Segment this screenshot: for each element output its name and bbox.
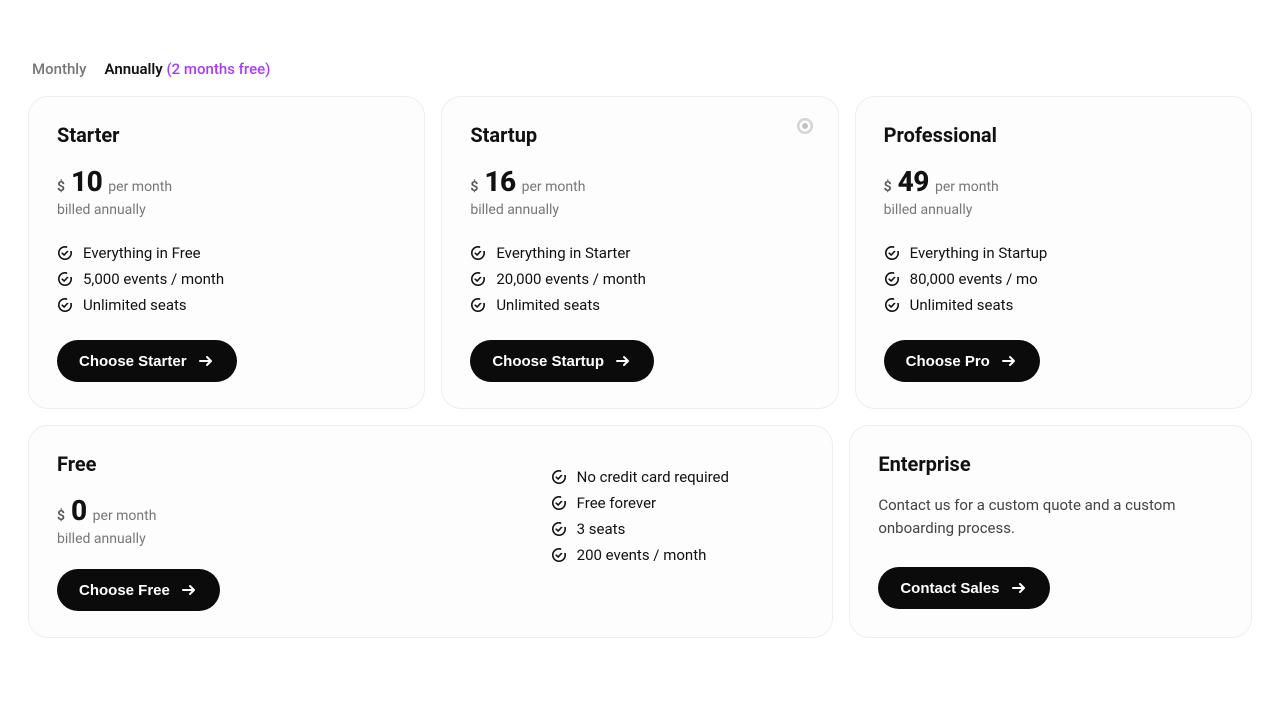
feature-text: 3 seats — [577, 520, 626, 538]
check-icon — [551, 495, 567, 511]
price-amount: 16 — [484, 165, 515, 198]
plan-card-enterprise: Enterprise Contact us for a custom quote… — [849, 425, 1252, 638]
arrow-right-icon — [197, 352, 215, 370]
feature-item: Everything in Starter — [470, 240, 809, 266]
choose-free-button[interactable]: Choose Free — [57, 569, 220, 611]
plan-card-professional: Professional $ 49 per month billed annua… — [855, 96, 1252, 409]
feature-item: Free forever — [551, 490, 805, 516]
plan-name: Starter — [57, 123, 396, 147]
check-icon — [57, 297, 73, 313]
feature-text: Everything in Free — [83, 244, 201, 262]
currency: $ — [470, 179, 478, 195]
cta-label: Contact Sales — [900, 580, 999, 597]
feature-item: Unlimited seats — [470, 292, 809, 318]
check-icon — [57, 245, 73, 261]
enterprise-description: Contact us for a custom quote and a cust… — [878, 494, 1218, 539]
check-icon — [57, 271, 73, 287]
check-icon — [884, 271, 900, 287]
feature-text: 200 events / month — [577, 546, 707, 564]
plan-card-starter: Starter $ 10 per month billed annually E… — [28, 96, 425, 409]
feature-item: 200 events / month — [551, 542, 805, 568]
feature-item: Unlimited seats — [884, 292, 1223, 318]
check-icon — [551, 469, 567, 485]
price-amount: 0 — [71, 494, 87, 527]
feature-item: 5,000 events / month — [57, 266, 396, 292]
plan-name: Professional — [884, 123, 1223, 147]
feature-list: Everything in Starter 20,000 events / mo… — [470, 240, 809, 318]
price-amount: 49 — [898, 165, 929, 198]
currency: $ — [884, 179, 892, 195]
plan-card-free: Free $ 0 per month billed annually Choos… — [28, 425, 833, 638]
arrow-right-icon — [614, 352, 632, 370]
feature-item: Unlimited seats — [57, 292, 396, 318]
feature-text: Unlimited seats — [910, 296, 1014, 314]
feature-text: Unlimited seats — [496, 296, 600, 314]
feature-item: 3 seats — [551, 516, 805, 542]
feature-text: 5,000 events / month — [83, 270, 224, 288]
plan-name: Enterprise — [878, 452, 1223, 476]
check-icon — [470, 297, 486, 313]
feature-item: Everything in Startup — [884, 240, 1223, 266]
choose-startup-button[interactable]: Choose Startup — [470, 340, 654, 382]
currency: $ — [57, 179, 65, 195]
feature-text: 20,000 events / month — [496, 270, 646, 288]
price-row: $ 0 per month — [57, 494, 421, 527]
price-row: $ 49 per month — [884, 165, 1223, 198]
plan-card-startup: Startup $ 16 per month billed annually E… — [441, 96, 838, 409]
arrow-right-icon — [180, 581, 198, 599]
check-icon — [470, 245, 486, 261]
arrow-right-icon — [1010, 579, 1028, 597]
plan-name: Free — [57, 452, 421, 476]
feature-item: 20,000 events / month — [470, 266, 809, 292]
plan-name: Startup — [470, 123, 809, 147]
per-label: per month — [93, 508, 157, 524]
check-icon — [884, 297, 900, 313]
per-label: per month — [108, 179, 172, 195]
choose-starter-button[interactable]: Choose Starter — [57, 340, 237, 382]
feature-text: No credit card required — [577, 468, 729, 486]
billing-tabs: Monthly Annually (2 months free) — [28, 60, 1252, 78]
check-icon — [470, 271, 486, 287]
choose-pro-button[interactable]: Choose Pro — [884, 340, 1040, 382]
feature-text: Unlimited seats — [83, 296, 187, 314]
feature-text: 80,000 events / mo — [910, 270, 1038, 288]
feature-item: 80,000 events / mo — [884, 266, 1223, 292]
feature-text: Free forever — [577, 494, 656, 512]
highlight-badge-icon — [796, 117, 814, 135]
contact-sales-button[interactable]: Contact Sales — [878, 567, 1049, 609]
billed-label: billed annually — [57, 202, 396, 218]
per-label: per month — [522, 179, 586, 195]
billed-label: billed annually — [57, 531, 421, 547]
price-amount: 10 — [71, 165, 102, 198]
check-icon — [551, 547, 567, 563]
price-row: $ 16 per month — [470, 165, 809, 198]
feature-item: Everything in Free — [57, 240, 396, 266]
feature-list: No credit card required Free forever 3 s… — [551, 464, 805, 568]
billed-label: billed annually — [470, 202, 809, 218]
check-icon — [551, 521, 567, 537]
per-label: per month — [935, 179, 999, 195]
billed-label: billed annually — [884, 202, 1223, 218]
cta-label: Choose Startup — [492, 353, 604, 370]
arrow-right-icon — [1000, 352, 1018, 370]
check-icon — [884, 245, 900, 261]
tab-annually-label: Annually — [104, 60, 162, 78]
cta-label: Choose Pro — [906, 353, 990, 370]
feature-text: Everything in Startup — [910, 244, 1048, 262]
currency: $ — [57, 508, 65, 524]
tab-annually[interactable]: Annually (2 months free) — [104, 60, 270, 78]
tab-monthly[interactable]: Monthly — [32, 60, 86, 78]
cta-label: Choose Free — [79, 582, 170, 599]
feature-list: Everything in Startup 80,000 events / mo… — [884, 240, 1223, 318]
price-row: $ 10 per month — [57, 165, 396, 198]
feature-item: No credit card required — [551, 464, 805, 490]
cta-label: Choose Starter — [79, 353, 187, 370]
tab-annually-promo: (2 months free) — [166, 60, 270, 78]
feature-text: Everything in Starter — [496, 244, 630, 262]
feature-list: Everything in Free 5,000 events / month … — [57, 240, 396, 318]
